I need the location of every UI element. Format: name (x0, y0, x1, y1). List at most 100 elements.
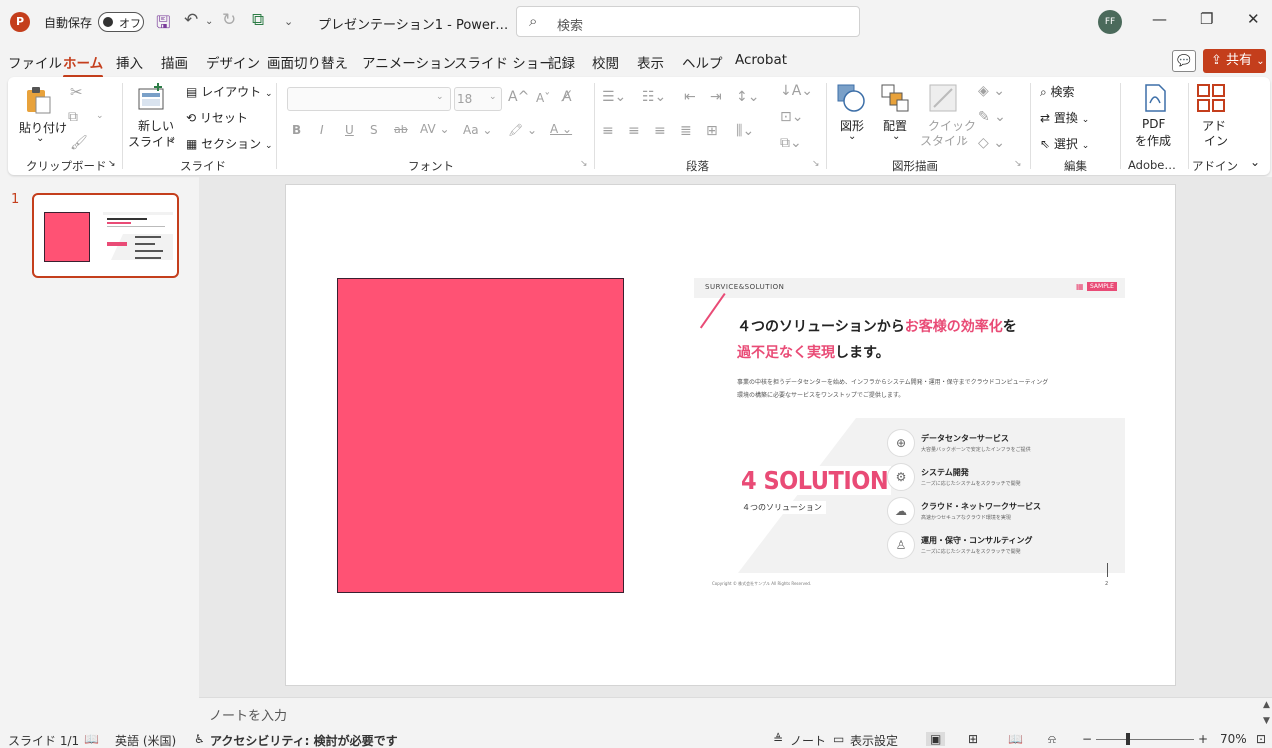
increase-font-icon[interactable]: A^ (508, 89, 529, 105)
font-launcher-icon[interactable]: ↘ (580, 159, 588, 169)
bullets-icon[interactable]: ☰⌄ (602, 89, 626, 105)
tab-insert[interactable]: 挿入 (116, 52, 143, 72)
new-slide-icon[interactable] (136, 83, 166, 113)
paragraph-launcher-icon[interactable]: ↘ (812, 159, 820, 169)
copy-dropdown-icon[interactable]: ⌄ (96, 111, 104, 121)
restore-icon[interactable]: ❐ (1200, 10, 1213, 28)
align-right-icon[interactable]: ≡ (654, 123, 666, 139)
tab-review[interactable]: 校閲 (592, 52, 619, 72)
addins-label-2[interactable]: イン (1204, 132, 1228, 149)
zoom-in-icon[interactable]: + (1198, 732, 1208, 746)
distributed-icon[interactable]: ⊞ (706, 123, 718, 139)
redo-icon[interactable]: ↻ (222, 10, 236, 30)
zoom-out-icon[interactable]: − (1082, 732, 1092, 746)
decrease-indent-icon[interactable]: ⇤ (684, 89, 696, 105)
collapse-ribbon-icon[interactable]: ⌄ (1250, 155, 1260, 169)
slide-sorter-icon[interactable]: ⊞ (968, 732, 978, 746)
normal-view-icon[interactable]: ▣ (926, 732, 946, 746)
numbering-icon[interactable]: ☷⌄ (642, 89, 666, 105)
slide-thumbnail[interactable] (32, 193, 179, 278)
document-title[interactable]: プレゼンテーション1 - Power… (318, 14, 508, 33)
strikethrough-button[interactable]: ab (394, 123, 408, 136)
align-left-icon[interactable]: ≡ (602, 123, 614, 139)
shapes-dropdown-icon[interactable]: ⌄ (848, 131, 856, 142)
accessibility-icon[interactable]: ♿ (194, 732, 205, 746)
copy-icon[interactable]: ⧉ (68, 109, 78, 125)
comments-button[interactable]: 💬 (1172, 50, 1196, 72)
spelling-check-icon[interactable]: 📖 (84, 732, 99, 746)
increase-indent-icon[interactable]: ⇥ (710, 89, 722, 105)
clipboard-launcher-icon[interactable]: ↘ (108, 159, 116, 169)
zoom-slider-thumb[interactable] (1126, 733, 1130, 745)
fit-to-window-icon[interactable]: ⊡ (1256, 732, 1266, 746)
arrange-icon[interactable] (880, 83, 910, 113)
cut-icon[interactable]: ✂ (70, 83, 83, 101)
create-pdf-label-1[interactable]: PDF (1142, 117, 1165, 131)
display-settings[interactable]: 表示設定 (850, 732, 898, 748)
undo-icon[interactable]: ↶ (184, 10, 198, 30)
close-icon[interactable]: ✕ (1247, 10, 1260, 28)
arrange-dropdown-icon[interactable]: ⌄ (892, 131, 900, 142)
notes-icon[interactable]: ≜ (773, 732, 783, 746)
font-color-icon[interactable]: A ⌄ (550, 122, 572, 136)
zoom-slider-track[interactable] (1096, 739, 1194, 740)
accessibility-status[interactable]: アクセシビリティ: 検討が必要です (210, 732, 398, 748)
tab-home[interactable]: ホーム (63, 52, 104, 78)
tab-transitions[interactable]: 画面切り替え (267, 52, 348, 72)
shapes-icon[interactable] (836, 83, 866, 113)
find-button[interactable]: ⌕ 検索 (1040, 83, 1075, 100)
search-box[interactable]: ⌕ 検索 (516, 6, 860, 37)
share-button[interactable]: ⇪ 共有 ⌄ (1203, 49, 1266, 73)
tab-acrobat[interactable]: Acrobat (735, 52, 787, 68)
undo-dropdown-icon[interactable]: ⌄ (205, 16, 213, 27)
paste-icon[interactable] (24, 85, 54, 115)
change-case-icon[interactable]: Aa ⌄ (463, 123, 492, 137)
scroll-down-icon[interactable]: ▼ (1263, 716, 1270, 726)
justify-icon[interactable]: ≣ (680, 123, 692, 139)
character-spacing-icon[interactable]: AV ⌄ (420, 122, 450, 136)
shadow-button[interactable]: S (370, 123, 378, 137)
minimize-icon[interactable]: — (1152, 10, 1167, 28)
scroll-up-icon[interactable]: ▲ (1263, 700, 1270, 710)
font-family-select[interactable]: ⌄ (287, 87, 451, 111)
paste-dropdown-icon[interactable]: ⌄ (36, 133, 44, 144)
tab-help[interactable]: ヘルプ (682, 52, 723, 72)
tab-view[interactable]: 表示 (637, 52, 664, 72)
new-slide-label-1[interactable]: 新しい (138, 117, 174, 134)
decrease-font-icon[interactable]: Aˇ (536, 91, 550, 105)
save-icon[interactable]: 🖫 (156, 10, 170, 39)
addins-icon[interactable] (1196, 83, 1226, 113)
tab-file[interactable]: ファイル (8, 52, 62, 72)
font-size-select[interactable]: 18 ⌄ (454, 87, 502, 111)
pink-rectangle-shape[interactable] (337, 278, 624, 593)
language-indicator[interactable]: 英語 (米国) (115, 732, 176, 748)
columns-icon[interactable]: ⫼⌄ (736, 123, 754, 139)
avatar[interactable]: FF (1098, 10, 1122, 34)
quick-styles-dropdown-icon[interactable]: ⌄ (960, 132, 968, 143)
shape-outline-icon[interactable]: ✎ ⌄ (978, 109, 1006, 125)
tab-record[interactable]: 記録 (548, 52, 575, 72)
replace-button[interactable]: ⇄ 置換 ⌄ (1040, 109, 1089, 126)
select-button[interactable]: ⇖ 選択 ⌄ (1040, 135, 1089, 152)
reset-button[interactable]: ⟲ リセット (186, 109, 248, 126)
notes-toggle[interactable]: ノート (790, 732, 826, 748)
slide-canvas[interactable]: SURVICE&SOLUTION ▦ SAMPLE ４つのソリューションからお客… (286, 185, 1175, 685)
tab-slideshow[interactable]: スライド ショー (454, 52, 553, 72)
shape-effects-icon[interactable]: ◇ ⌄ (978, 135, 1005, 151)
embedded-slide-image[interactable]: SURVICE&SOLUTION ▦ SAMPLE ４つのソリューションからお客… (694, 278, 1125, 593)
bold-button[interactable]: B (292, 123, 301, 137)
notes-pane[interactable]: ノートを入力 (199, 697, 1272, 728)
align-center-icon[interactable]: ≡ (628, 123, 640, 139)
create-pdf-label-2[interactable]: を作成 (1135, 132, 1171, 149)
shape-fill-icon[interactable]: ◈ ⌄ (978, 83, 1005, 99)
zoom-level[interactable]: 70% (1220, 732, 1247, 746)
pdf-icon[interactable] (1140, 83, 1170, 113)
highlight-icon[interactable]: 🖍 ⌄ (508, 123, 537, 137)
italic-button[interactable]: I (320, 123, 324, 137)
clear-formatting-icon[interactable]: A̸ (562, 89, 572, 105)
section-button[interactable]: ▦ セクション ⌄ (186, 135, 273, 152)
text-direction-icon[interactable]: ↓A⌄ (780, 83, 813, 99)
display-settings-icon[interactable]: ▭ (833, 732, 844, 746)
reading-view-icon[interactable]: 📖 (1008, 732, 1023, 746)
layout-button[interactable]: ▤ レイアウト ⌄ (186, 83, 273, 100)
